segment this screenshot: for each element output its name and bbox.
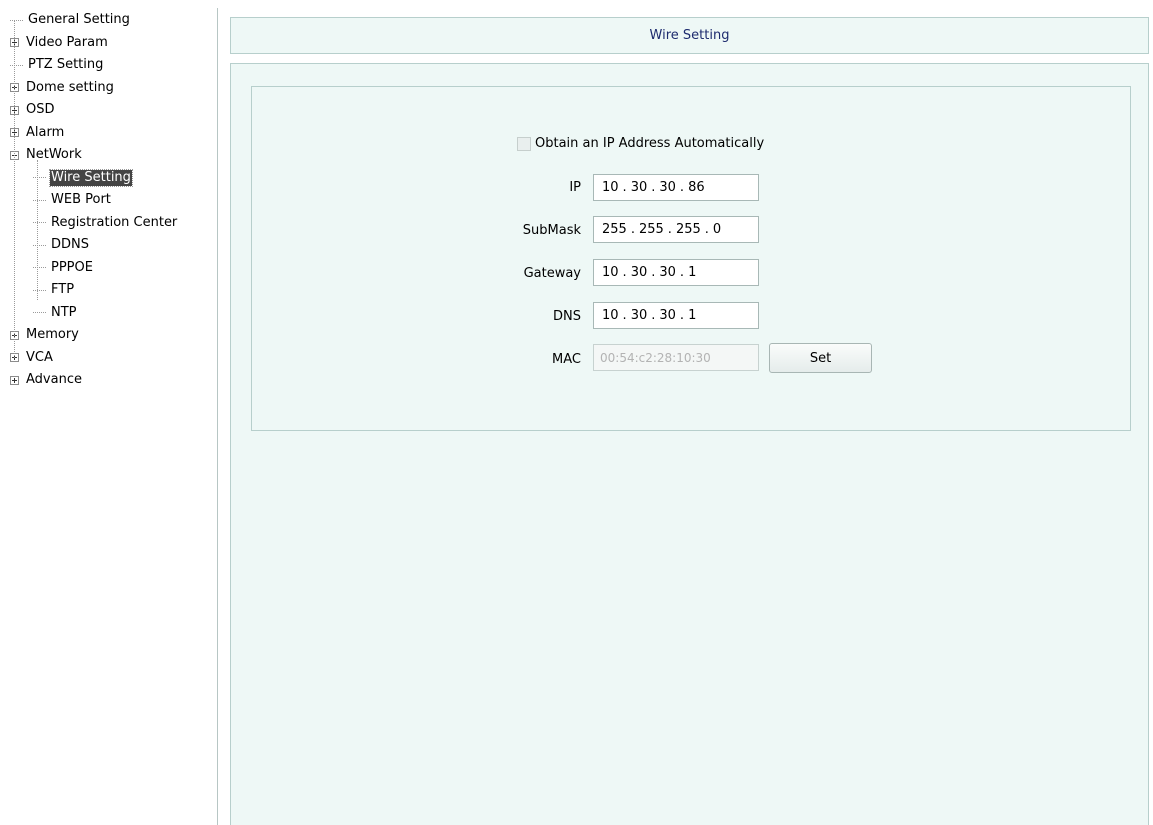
tree-item-label[interactable]: VCA xyxy=(25,350,54,366)
tree-connector xyxy=(33,199,46,201)
tree-item-ddns[interactable]: DDNS xyxy=(33,234,90,256)
dns-input[interactable]: 10. 30. 30. 1 xyxy=(593,302,759,329)
tree-item-wire-setting[interactable]: Wire Setting xyxy=(33,167,133,189)
auto-ip-label[interactable]: Obtain an IP Address Automatically xyxy=(535,136,764,151)
expand-icon[interactable] xyxy=(10,375,19,385)
tree-item-osd[interactable]: OSD xyxy=(10,99,56,121)
tree-connector xyxy=(37,160,38,300)
ip-octet-1[interactable]: 10 xyxy=(602,180,619,195)
ip-octet-2[interactable]: 30 xyxy=(631,180,648,195)
tree-item-label[interactable]: OSD xyxy=(25,102,56,118)
section-header: Wire Setting xyxy=(230,17,1149,54)
tree-item-label[interactable]: NTP xyxy=(50,305,78,321)
dns-octet-3[interactable]: 30 xyxy=(659,308,676,323)
submask-octet-3[interactable]: 255 xyxy=(676,222,701,237)
gateway-input[interactable]: 10. 30. 30. 1 xyxy=(593,259,759,286)
dns-octet-2[interactable]: 30 xyxy=(631,308,648,323)
tree-item-video-param[interactable]: Video Param xyxy=(10,32,109,54)
gateway-octet-4[interactable]: 1 xyxy=(688,265,696,280)
tree-item-label[interactable]: NetWork xyxy=(25,147,83,163)
tree-item-label[interactable]: Alarm xyxy=(25,125,65,141)
tree-item-vca[interactable]: VCA xyxy=(10,347,54,369)
tree-item-label[interactable]: PPPOE xyxy=(50,260,94,276)
tree-item-label[interactable]: WEB Port xyxy=(50,192,112,208)
tree-item-label[interactable]: Wire Setting xyxy=(49,168,133,187)
gateway-label: Gateway xyxy=(523,266,581,281)
gateway-octet-2[interactable]: 30 xyxy=(631,265,648,280)
section-title: Wire Setting xyxy=(649,28,730,43)
tree-item-label[interactable]: Dome setting xyxy=(25,80,115,96)
tree-item-dome-setting[interactable]: Dome setting xyxy=(10,77,115,99)
tree-connector xyxy=(33,312,46,313)
auto-ip-checkbox[interactable] xyxy=(517,136,531,151)
tree-item-memory[interactable]: Memory xyxy=(10,324,80,346)
dns-octet-1[interactable]: 10 xyxy=(602,308,619,323)
tree-connector xyxy=(33,222,46,223)
submask-input[interactable]: 255. 255. 255. 0 xyxy=(593,216,759,243)
auto-ip-row[interactable]: Obtain an IP Address Automatically xyxy=(517,136,764,151)
tree-item-label[interactable]: DDNS xyxy=(50,237,90,253)
dns-octet-4[interactable]: 1 xyxy=(688,308,696,323)
set-button-label: Set xyxy=(809,350,832,366)
tree-item-general-setting[interactable]: General Setting xyxy=(10,9,131,31)
tree-item-advance[interactable]: Advance xyxy=(10,369,83,391)
mac-value: 00:54:c2:28:10:30 xyxy=(600,350,711,365)
ip-octet-4[interactable]: 86 xyxy=(688,180,705,195)
set-button[interactable]: Set xyxy=(769,343,872,373)
wire-setting-group: Obtain an IP Address Automatically IP 10… xyxy=(251,86,1131,431)
ip-label: IP xyxy=(569,180,581,195)
tree-item-label[interactable]: General Setting xyxy=(27,12,131,28)
mac-input: 00:54:c2:28:10:30 xyxy=(593,344,759,371)
submask-label: SubMask xyxy=(522,223,581,238)
submask-octet-4[interactable]: 0 xyxy=(713,222,721,237)
tree-connector xyxy=(14,20,15,358)
tree-item-ptz-setting[interactable]: PTZ Setting xyxy=(10,54,104,76)
tree-connector xyxy=(10,64,23,66)
tree-connector xyxy=(33,267,46,268)
settings-tree[interactable]: General Setting Video Param PTZ Setting Dom… xyxy=(6,8,218,825)
tree-connector xyxy=(10,19,23,21)
tree-item-label[interactable]: PTZ Setting xyxy=(27,57,104,73)
gateway-octet-3[interactable]: 30 xyxy=(659,265,676,280)
ip-address-input[interactable]: 10. 30. 30. 86 xyxy=(593,174,759,201)
tree-item-ftp[interactable]: FTP xyxy=(33,279,75,301)
gateway-octet-1[interactable]: 10 xyxy=(602,265,619,280)
tree-item-label[interactable]: Registration Center xyxy=(50,215,178,231)
tree-connector xyxy=(33,244,46,246)
tree-connector xyxy=(33,289,46,291)
dns-label: DNS xyxy=(553,309,581,324)
content-panel: Obtain an IP Address Automatically IP 10… xyxy=(230,63,1149,825)
tree-item-pppoe[interactable]: PPPOE xyxy=(33,257,94,279)
tree-item-web-port[interactable]: WEB Port xyxy=(33,189,112,211)
tree-connector xyxy=(33,177,46,178)
tree-item-network[interactable]: NetWork xyxy=(10,144,83,166)
tree-item-label[interactable]: Memory xyxy=(25,327,80,343)
tree-item-alarm[interactable]: Alarm xyxy=(10,122,65,144)
tree-item-label[interactable]: FTP xyxy=(50,282,75,298)
submask-octet-1[interactable]: 255 xyxy=(602,222,627,237)
submask-octet-2[interactable]: 255 xyxy=(639,222,664,237)
tree-item-ntp[interactable]: NTP xyxy=(33,302,78,324)
tree-item-label[interactable]: Video Param xyxy=(25,35,109,51)
tree-item-registration-center[interactable]: Registration Center xyxy=(33,212,178,234)
tree-item-label[interactable]: Advance xyxy=(25,372,83,388)
ip-octet-3[interactable]: 30 xyxy=(659,180,676,195)
mac-label: MAC xyxy=(552,352,581,367)
